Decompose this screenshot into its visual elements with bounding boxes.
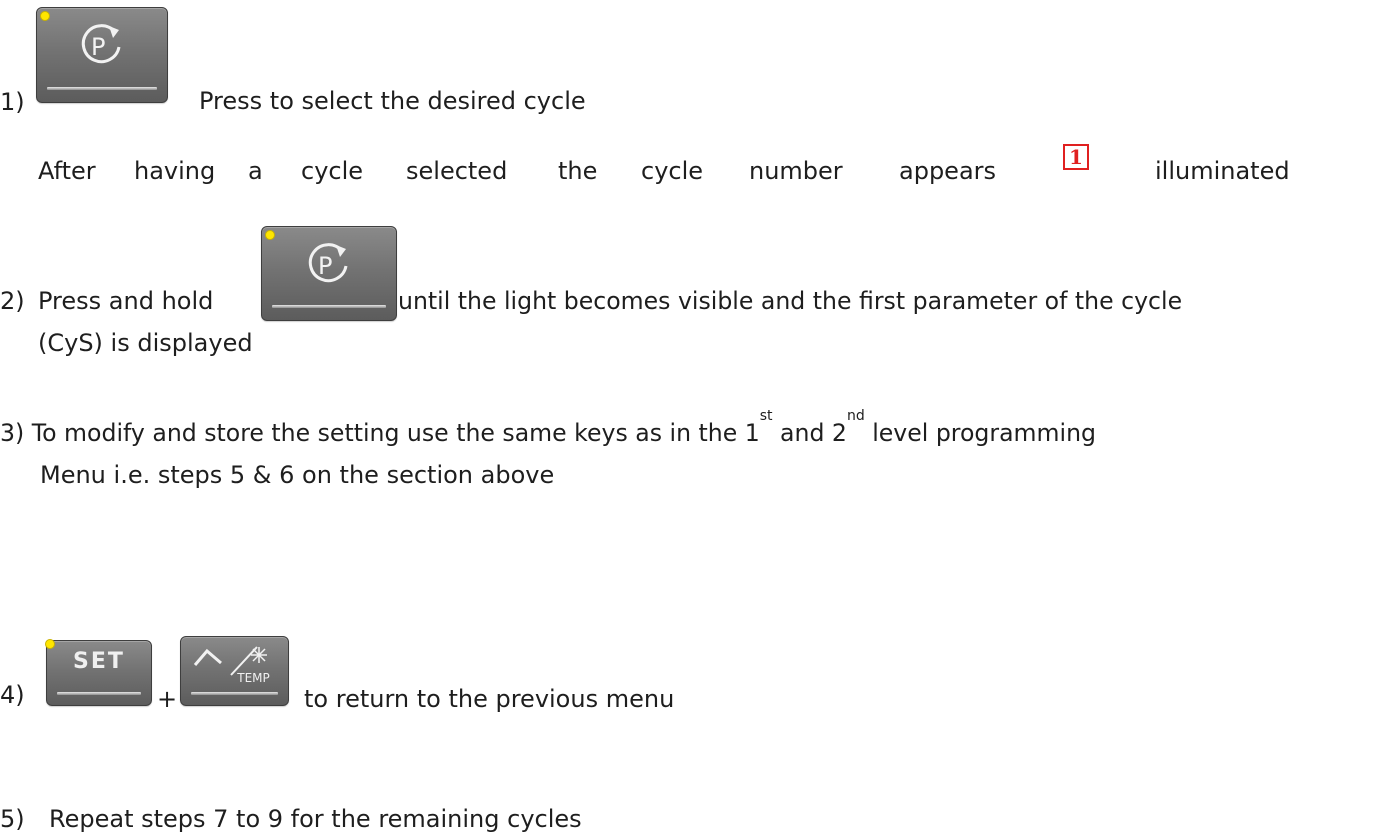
step3-sup2: nd <box>846 408 865 424</box>
cycle-number-indicator: 1 <box>1063 144 1089 170</box>
step3-number: 3) <box>0 419 25 447</box>
step3-part3: level programming <box>864 419 1097 447</box>
indicator-light-icon <box>40 11 50 21</box>
step5-text: Repeat steps 7 to 9 for the remaining cy… <box>49 805 582 833</box>
program-cycle-icon: P <box>308 243 348 283</box>
step2-before: Press and hold <box>38 287 214 315</box>
step4-text: to return to the previous menu <box>304 685 675 713</box>
svg-text:P: P <box>318 252 332 280</box>
svg-text:P: P <box>91 33 105 61</box>
key-bar <box>191 692 278 695</box>
step5-number: 5) <box>0 805 25 833</box>
step2-after: until the light becomes visible and the … <box>398 287 1183 315</box>
note-word: After <box>38 157 96 185</box>
step1-text: Press to select the desired cycle <box>199 87 586 115</box>
step2-number: 2) <box>0 287 25 315</box>
indicator-light-icon <box>45 639 55 649</box>
step3-sup1: st <box>759 408 773 424</box>
note-word: cycle <box>301 157 364 185</box>
note-word: cycle <box>641 157 704 185</box>
plus-sign: + <box>157 685 178 713</box>
note-word: number <box>749 157 843 185</box>
note-end: illuminated <box>1155 157 1290 185</box>
note-word: a <box>248 157 263 185</box>
temp-key-button[interactable]: TEMP <box>180 636 289 706</box>
key-bar <box>272 305 386 308</box>
indicator-light-icon <box>265 230 275 240</box>
note-word: selected <box>406 157 508 185</box>
note-word: the <box>558 157 598 185</box>
step3-part1: To modify and store the setting use the … <box>31 419 760 447</box>
step3-part2: and 2 <box>772 419 847 447</box>
step2-line2: (CyS) is displayed <box>38 329 253 357</box>
set-key-label: SET <box>73 649 125 674</box>
set-key-button[interactable]: SET <box>45 639 152 706</box>
program-key-button[interactable]: P <box>36 7 168 103</box>
key-bar <box>57 692 141 695</box>
note-word: having <box>134 157 216 185</box>
temp-key-label: TEMP <box>237 671 270 685</box>
note-word: appears <box>899 157 997 185</box>
step3-line1: 3) To modify and store the setting use t… <box>0 409 1097 448</box>
program-key-button[interactable]: P <box>261 226 397 321</box>
step3-line2: Menu i.e. steps 5 & 6 on the section abo… <box>40 461 555 489</box>
key-bar <box>47 87 157 90</box>
program-cycle-icon: P <box>81 24 121 64</box>
step4-number: 4) <box>0 681 25 709</box>
step1-number: 1) <box>0 88 25 116</box>
